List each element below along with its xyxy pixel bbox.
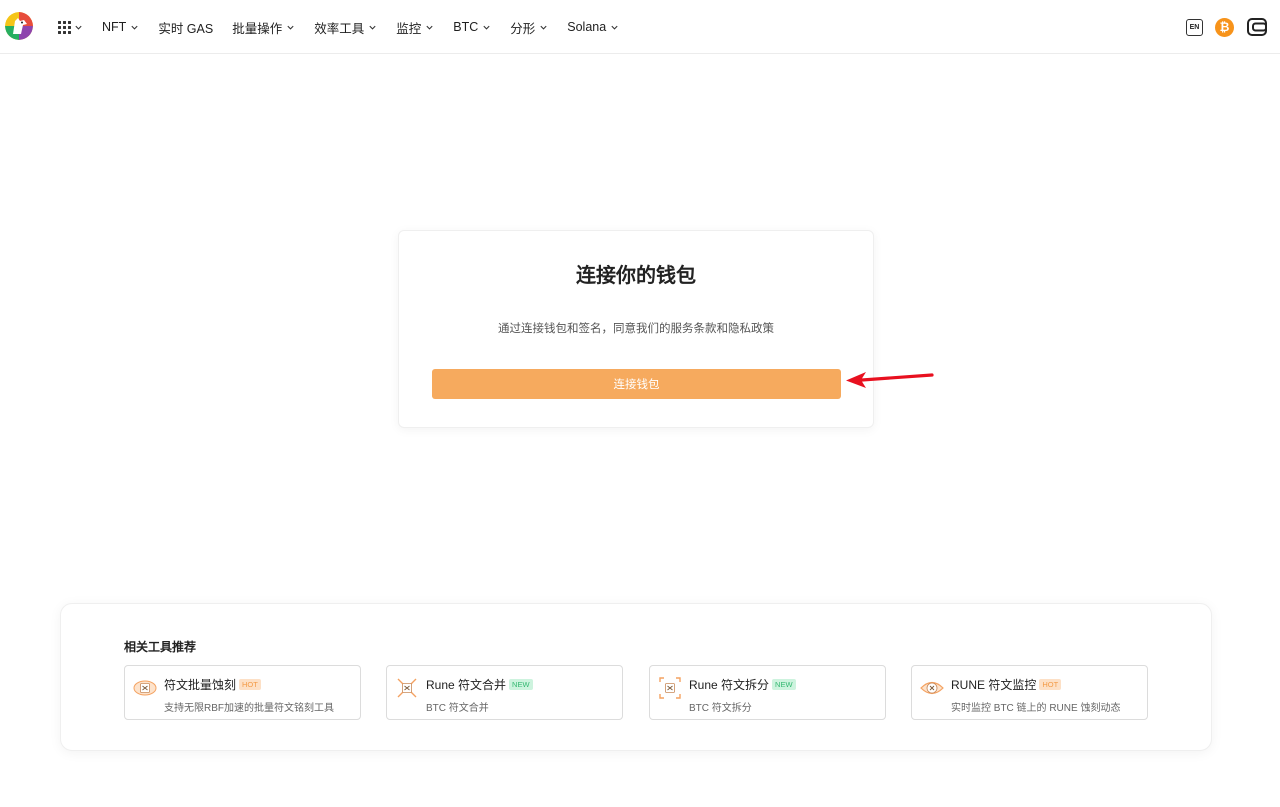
chevron-down-icon <box>131 25 138 30</box>
nav-item-btc[interactable]: BTC <box>453 20 491 34</box>
tool-desc: BTC 符文拆分 <box>689 703 752 714</box>
tool-name: Rune 符文合并 NEW <box>426 676 533 693</box>
nav-item-label: Solana <box>567 20 607 34</box>
rune-etch-icon <box>133 680 157 696</box>
tool-name-text: 符文批量蚀刻 <box>164 678 237 692</box>
nav-item-efficiency-tools[interactable]: 效率工具 <box>314 18 377 37</box>
chevron-down-icon <box>483 25 490 30</box>
rune-monitor-eye-icon <box>920 681 944 695</box>
chevron-down-icon <box>75 25 82 30</box>
tool-name-text: Rune 符文合并 <box>426 678 507 692</box>
chevron-down-icon <box>369 25 376 30</box>
nav-item-fractal[interactable]: 分形 <box>510 18 548 37</box>
nav-item-label: NFT <box>102 20 127 34</box>
chevron-down-icon <box>426 25 433 30</box>
nav-item-nft[interactable]: NFT <box>102 20 139 34</box>
tool-card-rune-merge[interactable]: Rune 符文合并 NEW BTC 符文合并 <box>386 665 623 720</box>
main-nav: NFT 实时 GAS 批量操作 效率工具 监控 BTC 分形 Solana <box>102 0 638 54</box>
tool-card-rune-batch-etch[interactable]: 符文批量蚀刻 HOT 支持无限RBF加速的批量符文铭刻工具 <box>124 665 361 720</box>
connect-wallet-button[interactable]: 连接钱包 <box>432 369 841 399</box>
logo-icon[interactable] <box>5 12 33 40</box>
hot-badge: HOT <box>239 679 261 690</box>
nav-item-batch-ops[interactable]: 批量操作 <box>232 18 295 37</box>
tool-name: RUNE 符文监控 HOT <box>951 676 1062 693</box>
tool-name: Rune 符文拆分 NEW <box>689 676 796 693</box>
grid-icon <box>58 20 71 34</box>
nav-item-monitor[interactable]: 监控 <box>396 18 434 37</box>
tool-name: 符文批量蚀刻 HOT <box>164 676 261 693</box>
bitcoin-icon[interactable]: ₿ <box>1215 17 1234 37</box>
rune-split-icon <box>659 677 681 699</box>
related-tools-panel: 相关工具推荐 符文批量蚀刻 HOT 支持无限RBF加速的批量符文铭刻工具 Run… <box>60 603 1212 751</box>
tool-desc: BTC 符文合并 <box>426 703 489 714</box>
connect-subtitle: 通过连接钱包和签名，同意我们的服务条款和隐私政策 <box>498 323 774 335</box>
tool-name-text: Rune 符文拆分 <box>689 678 770 692</box>
tool-name-text: RUNE 符文监控 <box>951 678 1037 692</box>
nav-item-label: 监控 <box>396 21 422 36</box>
wallet-icon[interactable] <box>1246 16 1268 38</box>
rune-merge-icon <box>397 678 417 698</box>
chevron-down-icon <box>611 25 618 30</box>
tool-desc: 支持无限RBF加速的批量符文铭刻工具 <box>164 703 334 714</box>
chevron-down-icon <box>540 25 547 30</box>
chevron-down-icon <box>287 25 294 30</box>
nav-item-label: BTC <box>453 20 479 34</box>
tool-desc: 实时监控 BTC 链上的 RUNE 蚀刻动态 <box>951 703 1121 714</box>
top-header: NFT 实时 GAS 批量操作 效率工具 监控 BTC 分形 Solana EN… <box>0 0 1280 54</box>
apps-grid-menu[interactable] <box>58 19 83 35</box>
nav-item-solana[interactable]: Solana <box>567 20 619 34</box>
connect-title: 连接你的钱包 <box>576 265 696 287</box>
tool-card-rune-split[interactable]: Rune 符文拆分 NEW BTC 符文拆分 <box>649 665 886 720</box>
nav-item-realtime-gas[interactable]: 实时 GAS <box>158 18 213 37</box>
connect-wallet-card: 连接你的钱包 通过连接钱包和签名，同意我们的服务条款和隐私政策 连接钱包 <box>398 230 874 428</box>
related-tools-title: 相关工具推荐 <box>124 640 197 654</box>
language-switch-icon[interactable]: EN <box>1186 18 1203 36</box>
tool-card-rune-monitor[interactable]: RUNE 符文监控 HOT 实时监控 BTC 链上的 RUNE 蚀刻动态 <box>911 665 1148 720</box>
nav-item-label: 分形 <box>510 21 536 36</box>
hot-badge: HOT <box>1039 679 1062 690</box>
nav-item-label: 批量操作 <box>232 21 283 36</box>
annotation-arrow-icon <box>846 372 934 388</box>
new-badge: NEW <box>772 679 796 690</box>
nav-item-label: 效率工具 <box>314 21 365 36</box>
header-actions: EN ₿ <box>1186 15 1268 39</box>
nav-item-label: 实时 GAS <box>158 21 214 36</box>
new-badge: NEW <box>509 679 533 690</box>
